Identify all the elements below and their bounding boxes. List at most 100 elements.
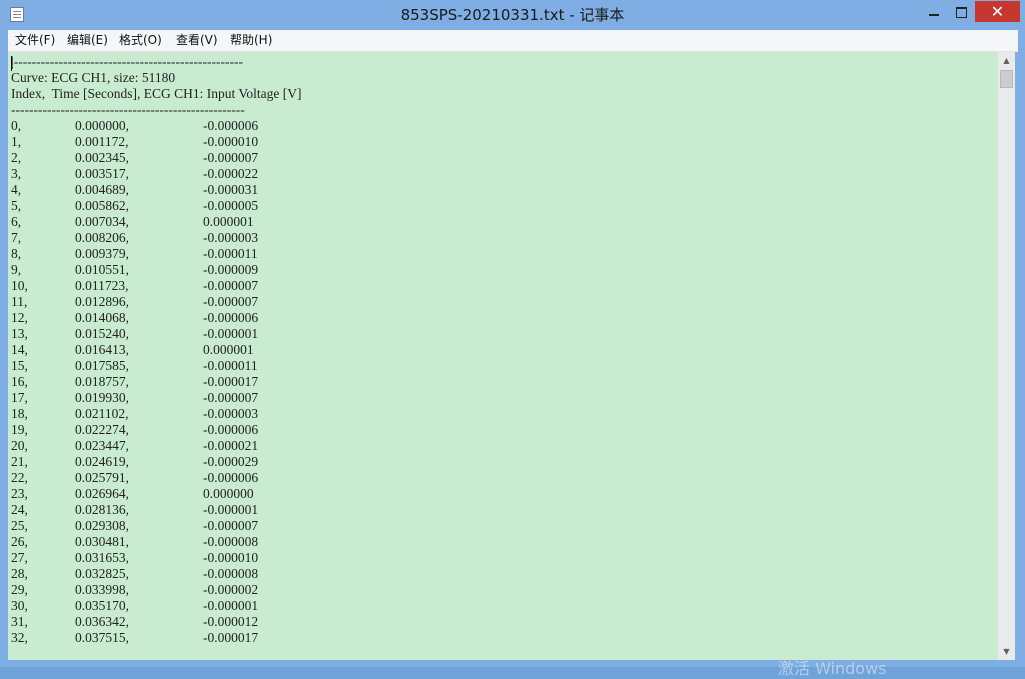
row-time: 0.019930, bbox=[75, 390, 129, 405]
row-voltage: -0.000007 bbox=[203, 390, 259, 405]
menu-format[interactable]: 格式(O) bbox=[119, 30, 162, 51]
row-index: 6, bbox=[11, 214, 22, 229]
row-index: 31, bbox=[11, 614, 28, 629]
row-voltage: -0.000003 bbox=[203, 406, 259, 421]
row-voltage: -0.000010 bbox=[203, 550, 259, 565]
document-text[interactable]: |---------------------------------------… bbox=[11, 54, 302, 646]
row-index: 29, bbox=[11, 582, 28, 597]
row-time: 0.026964, bbox=[75, 486, 129, 501]
row-voltage: -0.000007 bbox=[203, 294, 259, 309]
row-time: 0.024619, bbox=[75, 454, 129, 469]
row-time: 0.035170, bbox=[75, 598, 129, 613]
row-time: 0.016413, bbox=[75, 342, 129, 357]
scroll-up-icon[interactable]: ▲ bbox=[998, 52, 1015, 69]
row-time: 0.003517, bbox=[75, 166, 129, 181]
row-voltage: -0.000001 bbox=[203, 502, 259, 517]
title-bar[interactable]: 853SPS-20210331.txt - 记事本 ✕ bbox=[0, 0, 1025, 30]
row-voltage: -0.000001 bbox=[203, 598, 259, 613]
row-voltage: 0.000001 bbox=[203, 214, 254, 229]
data-row: 13, 0.015240, -0.000001 bbox=[11, 326, 302, 342]
data-row: 27, 0.031653, -0.000010 bbox=[11, 550, 302, 566]
row-time: 0.015240, bbox=[75, 326, 129, 341]
data-row: 22, 0.025791, -0.000006 bbox=[11, 470, 302, 486]
data-row: 1, 0.001172, -0.000010 bbox=[11, 134, 302, 150]
row-index: 12, bbox=[11, 310, 28, 325]
text-caret bbox=[11, 56, 12, 71]
scroll-thumb[interactable] bbox=[1000, 70, 1013, 88]
text-editor-area[interactable]: |---------------------------------------… bbox=[8, 52, 998, 660]
maximize-button[interactable] bbox=[948, 1, 974, 22]
row-time: 0.022274, bbox=[75, 422, 129, 437]
data-row: 30, 0.035170, -0.000001 bbox=[11, 598, 302, 614]
row-time: 0.011723, bbox=[75, 278, 129, 293]
row-index: 20, bbox=[11, 438, 28, 453]
row-time: 0.004689, bbox=[75, 182, 129, 197]
scroll-down-icon[interactable]: ▼ bbox=[998, 643, 1015, 660]
row-voltage: -0.000006 bbox=[203, 310, 259, 325]
header-line: ----------------------------------------… bbox=[11, 102, 245, 117]
row-index: 10, bbox=[11, 278, 28, 293]
row-voltage: -0.000031 bbox=[203, 182, 259, 197]
vertical-scrollbar[interactable]: ▲ ▼ bbox=[998, 52, 1015, 660]
row-index: 27, bbox=[11, 550, 28, 565]
row-time: 0.030481, bbox=[75, 534, 129, 549]
row-voltage: -0.000009 bbox=[203, 262, 259, 277]
data-row: 3, 0.003517, -0.000022 bbox=[11, 166, 302, 182]
row-voltage: -0.000005 bbox=[203, 198, 259, 213]
close-button[interactable]: ✕ bbox=[975, 1, 1020, 22]
menu-view[interactable]: 查看(V) bbox=[176, 30, 218, 51]
row-voltage: -0.000002 bbox=[203, 582, 259, 597]
row-index: 24, bbox=[11, 502, 28, 517]
row-time: 0.005862, bbox=[75, 198, 129, 213]
row-time: 0.029308, bbox=[75, 518, 129, 533]
row-index: 30, bbox=[11, 598, 28, 613]
data-row: 19, 0.022274, -0.000006 bbox=[11, 422, 302, 438]
row-index: 5, bbox=[11, 198, 22, 213]
data-row: 2, 0.002345, -0.000007 bbox=[11, 150, 302, 166]
row-voltage: -0.000001 bbox=[203, 326, 259, 341]
data-row: 21, 0.024619, -0.000029 bbox=[11, 454, 302, 470]
row-time: 0.010551, bbox=[75, 262, 129, 277]
row-voltage: -0.000017 bbox=[203, 374, 259, 389]
row-voltage: -0.000021 bbox=[203, 438, 259, 453]
data-row: 6, 0.007034, 0.000001 bbox=[11, 214, 302, 230]
menu-edit[interactable]: 编辑(E) bbox=[67, 30, 108, 51]
data-row: 16, 0.018757, -0.000017 bbox=[11, 374, 302, 390]
row-index: 3, bbox=[11, 166, 22, 181]
row-time: 0.023447, bbox=[75, 438, 129, 453]
minimize-button[interactable] bbox=[920, 1, 948, 22]
row-index: 14, bbox=[11, 342, 28, 357]
data-row: 32, 0.037515, -0.000017 bbox=[11, 630, 302, 646]
row-index: 18, bbox=[11, 406, 28, 421]
data-row: 17, 0.019930, -0.000007 bbox=[11, 390, 302, 406]
window-title: 853SPS-20210331.txt - 记事本 bbox=[400, 6, 625, 24]
row-index: 26, bbox=[11, 534, 28, 549]
row-voltage: -0.000006 bbox=[203, 422, 259, 437]
row-voltage: -0.000003 bbox=[203, 230, 259, 245]
menu-file[interactable]: 文件(F) bbox=[15, 30, 55, 51]
row-index: 8, bbox=[11, 246, 22, 261]
menu-help[interactable]: 帮助(H) bbox=[230, 30, 272, 51]
row-voltage: -0.000010 bbox=[203, 134, 259, 149]
row-time: 0.002345, bbox=[75, 150, 129, 165]
row-index: 1, bbox=[11, 134, 22, 149]
row-index: 11, bbox=[11, 294, 28, 309]
row-voltage: 0.000001 bbox=[203, 342, 254, 357]
row-index: 7, bbox=[11, 230, 22, 245]
row-index: 28, bbox=[11, 566, 28, 581]
data-row: 18, 0.021102, -0.000003 bbox=[11, 406, 302, 422]
data-row: 31, 0.036342, -0.000012 bbox=[11, 614, 302, 630]
row-time: 0.032825, bbox=[75, 566, 129, 581]
row-time: 0.001172, bbox=[75, 134, 129, 149]
row-index: 22, bbox=[11, 470, 28, 485]
row-time: 0.009379, bbox=[75, 246, 129, 261]
row-index: 4, bbox=[11, 182, 22, 197]
row-time: 0.017585, bbox=[75, 358, 129, 373]
row-voltage: -0.000008 bbox=[203, 534, 259, 549]
row-time: 0.008206, bbox=[75, 230, 129, 245]
data-row: 26, 0.030481, -0.000008 bbox=[11, 534, 302, 550]
data-row: 23, 0.026964, 0.000000 bbox=[11, 486, 302, 502]
row-index: 25, bbox=[11, 518, 28, 533]
data-row: 10, 0.011723, -0.000007 bbox=[11, 278, 302, 294]
row-time: 0.018757, bbox=[75, 374, 129, 389]
